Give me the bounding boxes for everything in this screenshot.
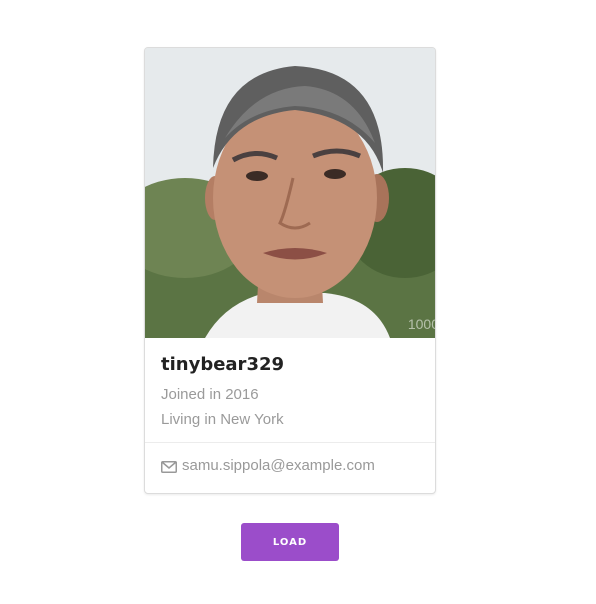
username: tinybear329 (161, 354, 285, 375)
profile-photo: 1000 (145, 48, 435, 338)
envelope-icon (161, 460, 177, 473)
user-card: 1000 tinybear329 Joined in 2016 Living i… (144, 47, 436, 494)
email-address[interactable]: samu.sippola@example.com (182, 457, 375, 474)
load-button[interactable]: LOAD (241, 523, 339, 561)
card-extra: samu.sippola@example.com (145, 443, 435, 488)
photo-watermark: 1000 (407, 316, 435, 332)
card-content: tinybear329 Joined in 2016 Living in New… (145, 338, 435, 443)
joined-date: Joined in 2016 (161, 386, 259, 403)
location: Living in New York (161, 411, 284, 428)
